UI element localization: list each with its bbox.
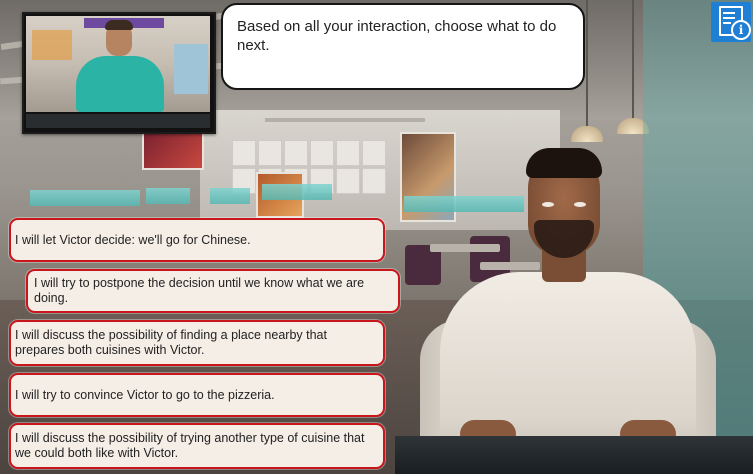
wall-tile bbox=[336, 168, 360, 194]
avatar-body bbox=[76, 56, 164, 112]
wall-tile bbox=[362, 140, 386, 166]
food-poster bbox=[142, 130, 204, 170]
option-label: I will discuss the possibility of findin… bbox=[15, 328, 327, 357]
option-label: I will let Victor decide: we'll go for C… bbox=[15, 232, 251, 247]
avatar-hair bbox=[105, 20, 133, 30]
wall-tile bbox=[362, 168, 386, 194]
avatar-bg-window bbox=[174, 44, 208, 94]
victor-eye bbox=[574, 202, 586, 207]
avatar-bg-wall bbox=[32, 30, 72, 60]
wall-tile bbox=[258, 140, 282, 166]
wall-tile bbox=[336, 140, 360, 166]
option-button-3[interactable]: I will discuss the possibility of findin… bbox=[9, 320, 385, 366]
victor-eye bbox=[542, 202, 554, 207]
teal-counter bbox=[262, 184, 332, 200]
lamp-cord bbox=[586, 0, 588, 128]
avatar-video-panel bbox=[22, 12, 216, 134]
info-button[interactable]: i bbox=[711, 2, 751, 42]
victor-hair bbox=[526, 148, 602, 178]
document-line bbox=[723, 12, 735, 14]
desk-edge bbox=[395, 436, 753, 474]
instruction-speech-bubble: Based on all your interaction, choose wh… bbox=[221, 3, 585, 90]
info-icon: i bbox=[731, 20, 751, 40]
document-line bbox=[723, 17, 735, 19]
option-label: I will discuss the possibility of trying… bbox=[15, 431, 365, 460]
wall-sign bbox=[265, 118, 425, 122]
wall-tile bbox=[284, 140, 308, 166]
teal-counter bbox=[30, 190, 140, 206]
avatar-panel-footer bbox=[26, 114, 210, 128]
teal-counter bbox=[210, 188, 250, 204]
victor-character bbox=[420, 148, 720, 474]
option-button-1[interactable]: I will let Victor decide: we'll go for C… bbox=[9, 218, 385, 262]
teal-counter bbox=[146, 188, 190, 204]
document-line bbox=[723, 22, 731, 24]
option-label: I will try to postpone the decision unti… bbox=[34, 276, 365, 305]
option-button-5[interactable]: I will discuss the possibility of trying… bbox=[9, 423, 385, 469]
option-label: I will try to convince Victor to go to t… bbox=[15, 387, 275, 402]
pendant-lamp bbox=[571, 126, 603, 142]
option-button-2[interactable]: I will try to postpone the decision unti… bbox=[26, 269, 400, 313]
lamp-cord bbox=[632, 0, 634, 120]
option-button-4[interactable]: I will try to convince Victor to go to t… bbox=[9, 373, 385, 417]
wall-tile bbox=[310, 140, 334, 166]
wall-tile bbox=[232, 140, 256, 166]
